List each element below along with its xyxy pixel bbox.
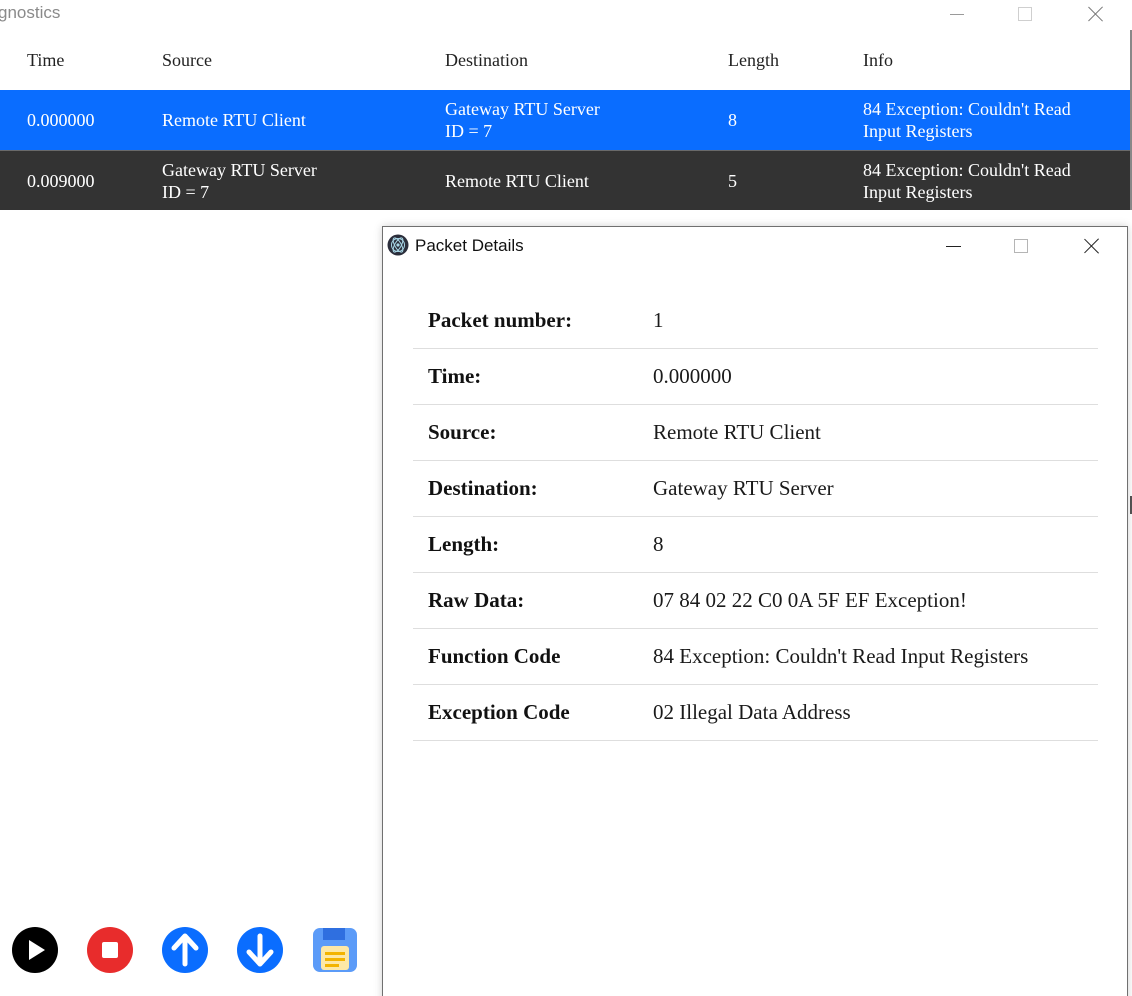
cell-source-text: Remote RTU Client [162,110,306,130]
cell-length: 5 [728,151,737,211]
dialog-title: Packet Details [415,236,524,255]
cell-info-line-2: Input Registers [863,182,973,202]
main-minimize-button[interactable] [934,0,980,28]
play-button[interactable] [11,926,59,974]
capture-toolbar [0,926,380,978]
main-window-title: gnostics [0,3,61,22]
cell-info-line-2: Input Registers [863,121,973,141]
cell-info-line-1: 84 Exception: Couldn't Read [863,99,1071,119]
detail-row-time: Time: 0.000000 [413,349,1098,405]
cell-info: 84 Exception: Couldn't Read Input Regist… [863,151,1071,211]
cell-length: 8 [728,90,737,150]
minimize-icon [945,245,961,247]
detail-label: Exception Code [428,700,570,724]
cell-destination-line-1: Gateway RTU Server [445,99,600,119]
close-icon [1088,6,1104,22]
detail-row-function-code: Function Code 84 Exception: Couldn't Rea… [413,629,1098,685]
detail-value: Remote RTU Client [653,420,821,444]
main-window-titlebar: gnostics [0,0,1132,30]
main-close-button[interactable] [1073,0,1119,28]
detail-row-exception-code: Exception Code 02 Illegal Data Address [413,685,1098,741]
cell-length-text: 5 [728,171,737,191]
close-icon [1084,238,1100,254]
cell-time: 0.000000 [27,90,95,150]
play-icon [12,927,58,973]
maximize-icon [1014,239,1028,253]
dialog-minimize-button[interactable] [930,231,976,261]
main-maximize-button[interactable] [1002,0,1048,28]
cell-destination: Remote RTU Client [445,151,589,211]
detail-label: Destination: [428,476,538,500]
detail-row-packet-number: Packet number: 1 [413,293,1098,349]
cell-source-line-2: ID = 7 [162,182,210,202]
column-header-length[interactable]: Length [728,50,779,71]
detail-label: Length: [428,532,500,556]
column-header-info[interactable]: Info [863,50,893,71]
cell-destination-text: Remote RTU Client [445,171,589,191]
maximize-icon [1018,7,1032,21]
table-row[interactable]: 0.000000 Remote RTU Client Gateway RTU S… [0,90,1130,150]
detail-row-raw-data: Raw Data: 07 84 02 22 C0 0A 5F EF Except… [413,573,1098,629]
column-header-source[interactable]: Source [162,50,212,71]
cell-source: Remote RTU Client [162,90,306,150]
cell-source: Gateway RTU Server ID = 7 [162,151,317,211]
stop-button[interactable] [86,926,134,974]
upload-button[interactable] [161,926,209,974]
packet-table: Time Source Destination Length Info 0.00… [0,30,1130,210]
cell-info-line-1: 84 Exception: Couldn't Read [863,160,1071,180]
detail-value: 8 [653,532,664,556]
packet-details-list: Packet number: 1 Time: 0.000000 Source: … [413,293,1098,741]
column-header-destination[interactable]: Destination [445,50,528,71]
cell-time-text: 0.000000 [27,110,95,130]
detail-label: Packet number: [428,308,573,332]
cell-destination-line-2: ID = 7 [445,121,493,141]
dialog-maximize-button[interactable] [998,231,1044,261]
stop-icon [87,927,133,973]
detail-row-source: Source: Remote RTU Client [413,405,1098,461]
detail-row-length: Length: 8 [413,517,1098,573]
cell-length-text: 8 [728,110,737,130]
column-header-time[interactable]: Time [27,50,64,71]
detail-value: 07 84 02 22 C0 0A 5F EF Exception! [653,588,967,612]
detail-label: Function Code [428,644,561,668]
cell-destination: Gateway RTU Server ID = 7 [445,90,600,150]
dialog-close-button[interactable] [1069,231,1115,261]
cell-source-line-1: Gateway RTU Server [162,160,317,180]
cell-time: 0.009000 [27,151,95,211]
detail-value: 02 Illegal Data Address [653,700,851,724]
arrow-down-icon [237,927,283,973]
detail-value: 0.000000 [653,364,732,388]
cell-time-text: 0.009000 [27,171,95,191]
download-button[interactable] [236,926,284,974]
dialog-titlebar[interactable]: Packet Details [383,227,1127,265]
detail-value: 1 [653,308,664,332]
detail-label: Source: [428,420,497,444]
save-log-button[interactable] [311,926,359,974]
save-log-icon [313,928,357,972]
table-row[interactable]: 0.009000 Gateway RTU Server ID = 7 Remot… [0,150,1130,210]
detail-label: Time: [428,364,482,388]
minimize-icon [950,13,964,15]
arrow-up-icon [162,927,208,973]
app-icon [387,234,409,256]
detail-value: Gateway RTU Server [653,476,834,500]
detail-row-destination: Destination: Gateway RTU Server [413,461,1098,517]
detail-label: Raw Data: [428,588,525,612]
table-header: Time Source Destination Length Info [0,30,1130,90]
cell-info: 84 Exception: Couldn't Read Input Regist… [863,90,1071,150]
detail-value: 84 Exception: Couldn't Read Input Regist… [653,644,1029,668]
packet-details-dialog: Packet Details Packet number: 1 Time: 0.… [382,226,1128,996]
